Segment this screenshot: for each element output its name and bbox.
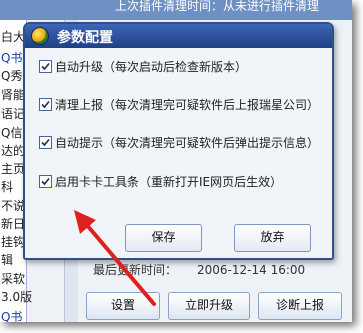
- dialog-title: 参数配置: [57, 30, 113, 46]
- auto-notify-label: 自动提示（每次清理完可疑软件后弹出提示信息）: [55, 136, 320, 150]
- list-item[interactable]: 3.0版: [1, 288, 32, 305]
- diagnose-report-button[interactable]: 诊断上报: [258, 292, 342, 320]
- app-logo-icon: [31, 27, 49, 45]
- list-item[interactable]: 肾能: [1, 86, 25, 103]
- checkmark-icon: [41, 177, 50, 186]
- list-item[interactable]: 科: [1, 178, 13, 195]
- screenshot-frame: 上次插件清理时间：从未进行插件清理 白大 Q书 Q秀 肾能 语记 Q信 达的 主…: [0, 0, 352, 322]
- list-item[interactable]: 挂钩: [1, 233, 25, 250]
- dialog-titlebar[interactable]: 参数配置: [25, 24, 332, 48]
- annotation-arrow-icon: [74, 210, 156, 306]
- cleanup-report-label: 清理上报（每次清理完可疑软件后上报瑞星公司）: [55, 98, 320, 112]
- last-updated-value: 2006-12-14 16:00: [197, 263, 306, 277]
- cleanup-report-checkbox[interactable]: [39, 98, 52, 111]
- last-cleanup-text: 上次插件清理时间：从未进行插件清理: [115, 0, 320, 13]
- list-item[interactable]: 辑: [1, 251, 13, 268]
- toolbar-label: 启用卡卡工具条（重新打开IE网页后生效）: [55, 175, 283, 189]
- checkmark-icon: [41, 138, 50, 147]
- cancel-button[interactable]: 放弃: [234, 224, 311, 252]
- upgrade-now-button[interactable]: 立即升级: [168, 292, 250, 320]
- list-item[interactable]: Q书: [1, 49, 22, 66]
- list-item[interactable]: 语记: [1, 105, 25, 122]
- auto-upgrade-checkbox[interactable]: [39, 60, 52, 73]
- list-item[interactable]: Q秀: [1, 67, 22, 84]
- toolbar-checkbox[interactable]: [39, 175, 52, 188]
- checkmark-icon: [41, 62, 50, 71]
- list-item[interactable]: 采软: [1, 270, 25, 287]
- last-cleanup-strip: 上次插件清理时间：从未进行插件清理: [0, 0, 352, 20]
- auto-notify-checkbox[interactable]: [39, 136, 52, 149]
- list-item[interactable]: Q信: [1, 124, 22, 141]
- list-item[interactable]: Q书: [1, 308, 22, 322]
- list-item[interactable]: 白大: [1, 28, 25, 45]
- list-item[interactable]: 达的: [1, 142, 25, 159]
- auto-upgrade-label: 自动升级（每次启动后检查新版本）: [55, 60, 248, 74]
- list-item[interactable]: 新日: [1, 215, 25, 232]
- list-item[interactable]: 主页: [1, 160, 25, 177]
- list-item[interactable]: 不说: [1, 197, 25, 214]
- checkmark-icon: [41, 100, 50, 109]
